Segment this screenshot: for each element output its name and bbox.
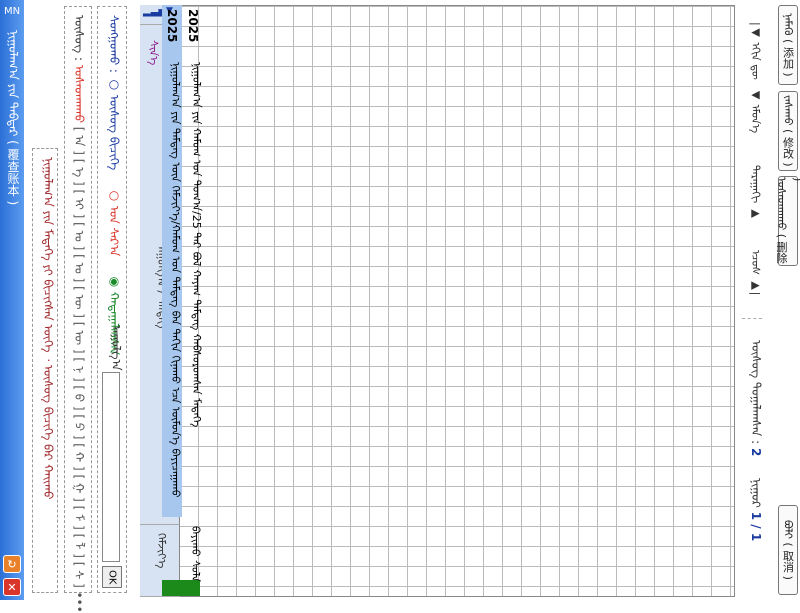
search-input[interactable] bbox=[102, 372, 120, 562]
notice-box: ᠨᠢᠭᠤᠯᠠᠭ᠎ᠠ ᠶᠢᠨ ᠮᠡᠳᠡᠭᠡ ᠶᠢ ᠪᠢᠴᠢᠭᠰᠡᠨ ᠦᠭᠡ ᠂ ᠦ… bbox=[32, 148, 58, 593]
row-value: ᠪᠠᠶᠢᠬᠤ ᠰᠤᠯᠠ bbox=[189, 526, 202, 582]
prev-page-button[interactable]: ◀ ᠡᠮᠦᠨ᠎ᠡ bbox=[746, 88, 765, 133]
new-tag: ᠰᠢᠨ᠎ᠡ bbox=[147, 40, 160, 66]
add-button[interactable]: ᠨᠡᠮᠡᠬᠦ ( 添加 ) bbox=[778, 5, 798, 85]
row-text: ᠨᠢᠭᠤᠯᠠᠭ᠎ᠠ ᠶᠢᠨ ᠲᠡᠮᠳᠡᠭ ᠦᠨ ᠬᠡᠮᠵᠢᠶ᠎ᠡ/ᠬᠠᠮᠤᠭ ᠤ… bbox=[169, 62, 182, 498]
letter-keyboard: ᠦᠰᠦᠭ : ᠤᠰᠠᠳᠬᠠᠬᠤ [ ᠠ ] [ ᠡ ] [ ᠢ ] [ ᠣ ] … bbox=[64, 6, 92, 613]
cancel-button[interactable]: ᠪᠣᠯᠢ ( 取消 ) bbox=[778, 505, 798, 595]
notice-text: ᠨᠢᠭᠤᠯᠠᠭ᠎ᠠ ᠶᠢᠨ ᠮᠡᠳᠡᠭᠡ ᠶᠢ ᠪᠢᠴᠢᠭᠰᠡᠨ ᠦᠭᠡ ᠂ ᠦ… bbox=[41, 157, 55, 500]
row-date: 2025 bbox=[186, 9, 200, 43]
ledger-grid[interactable] bbox=[140, 5, 735, 597]
next-page-button[interactable]: ᠳᠠᠷᠠᠭᠠᠬᠢ ▶ bbox=[746, 165, 765, 220]
radio-option-1[interactable]: ○ ᠦᠰᠦᠭ ᠪᠢᠴᠢᠭᠡ bbox=[104, 77, 125, 170]
delete-button[interactable]: ᠤᠰᠠᠳᠬᠠᠬᠤ ( 删除 ) bbox=[775, 176, 800, 266]
close-icon[interactable]: ✕ bbox=[3, 578, 21, 596]
text-label: ᠠᠭᠤᠯᠭ᠎ᠠ : bbox=[109, 325, 123, 379]
app-badge: MN bbox=[3, 5, 21, 17]
divider bbox=[742, 318, 762, 319]
first-page-button[interactable]: |◀ ᠡᠬᠢᠨ ᠳᠦ bbox=[746, 22, 765, 80]
select-label: ᠰᠣᠩᠭᠣᠬᠤ : bbox=[107, 15, 121, 73]
delete-letter-button[interactable]: ᠤᠰᠠᠳᠬᠠᠬᠤ bbox=[72, 65, 86, 123]
row-text: ᠨᠢᠭᠤᠯᠠᠭ᠎ᠠ ᠶᠢᠨ ᠬᠠᠮᠤᠭ ᠤᠨ ᠲᠣᠭ᠎ᠠ/25 ᠲᠡᠷ ᠪᠣᠯ … bbox=[190, 62, 203, 428]
window-title: ᠨᠢᠭᠤᠯᠠᠭ᠎ᠠ ᠶᠢᠨ ᠳᠡᠪᠲᠡᠷ ( 覆查账本 ) bbox=[6, 30, 20, 206]
last-page-button[interactable]: ᠡᠴᠦᠰ ▶| bbox=[746, 250, 765, 295]
page-info: ᠨᠢᠭᠤᠷ 1 / 1 bbox=[749, 478, 763, 542]
status-cell-1 bbox=[162, 580, 181, 596]
title-bar: MN ᠨᠢᠭᠤᠯᠠᠭ᠎ᠠ ᠶᠢᠨ ᠳᠡᠪᠲᠡᠷ ( 覆查账本 ) ↻ ✕ bbox=[0, 0, 24, 600]
header-amount: ᠬᠡᠮᠵᠢᠶ᠎ᠡ bbox=[155, 533, 168, 569]
letter-keys[interactable]: [ ᠠ ] [ ᠡ ] [ ᠢ ] [ ᠣ ] [ ᠤ ] [ ᠥ ] [ ᠦ … bbox=[72, 127, 86, 613]
edit-button[interactable]: ᠵᠠᠰᠠᠬᠤ ( 修改 ) bbox=[778, 91, 798, 171]
row-date: 2025 bbox=[165, 9, 179, 43]
record-count: ᠦᠰᠦᠭ ᠲᠣᠭᠠᠯᠠᠭᠰᠠᠨ : 2 bbox=[749, 340, 763, 457]
letters-label: ᠦᠰᠦᠭ : bbox=[72, 15, 86, 62]
refresh-icon[interactable]: ↻ bbox=[3, 555, 21, 573]
radio-option-2[interactable]: ○ ᠣᠨ ᠰᠠᠷ᠎ᠠ bbox=[104, 188, 125, 256]
status-cell-2 bbox=[181, 580, 200, 596]
ok-button[interactable]: OK bbox=[102, 566, 122, 588]
